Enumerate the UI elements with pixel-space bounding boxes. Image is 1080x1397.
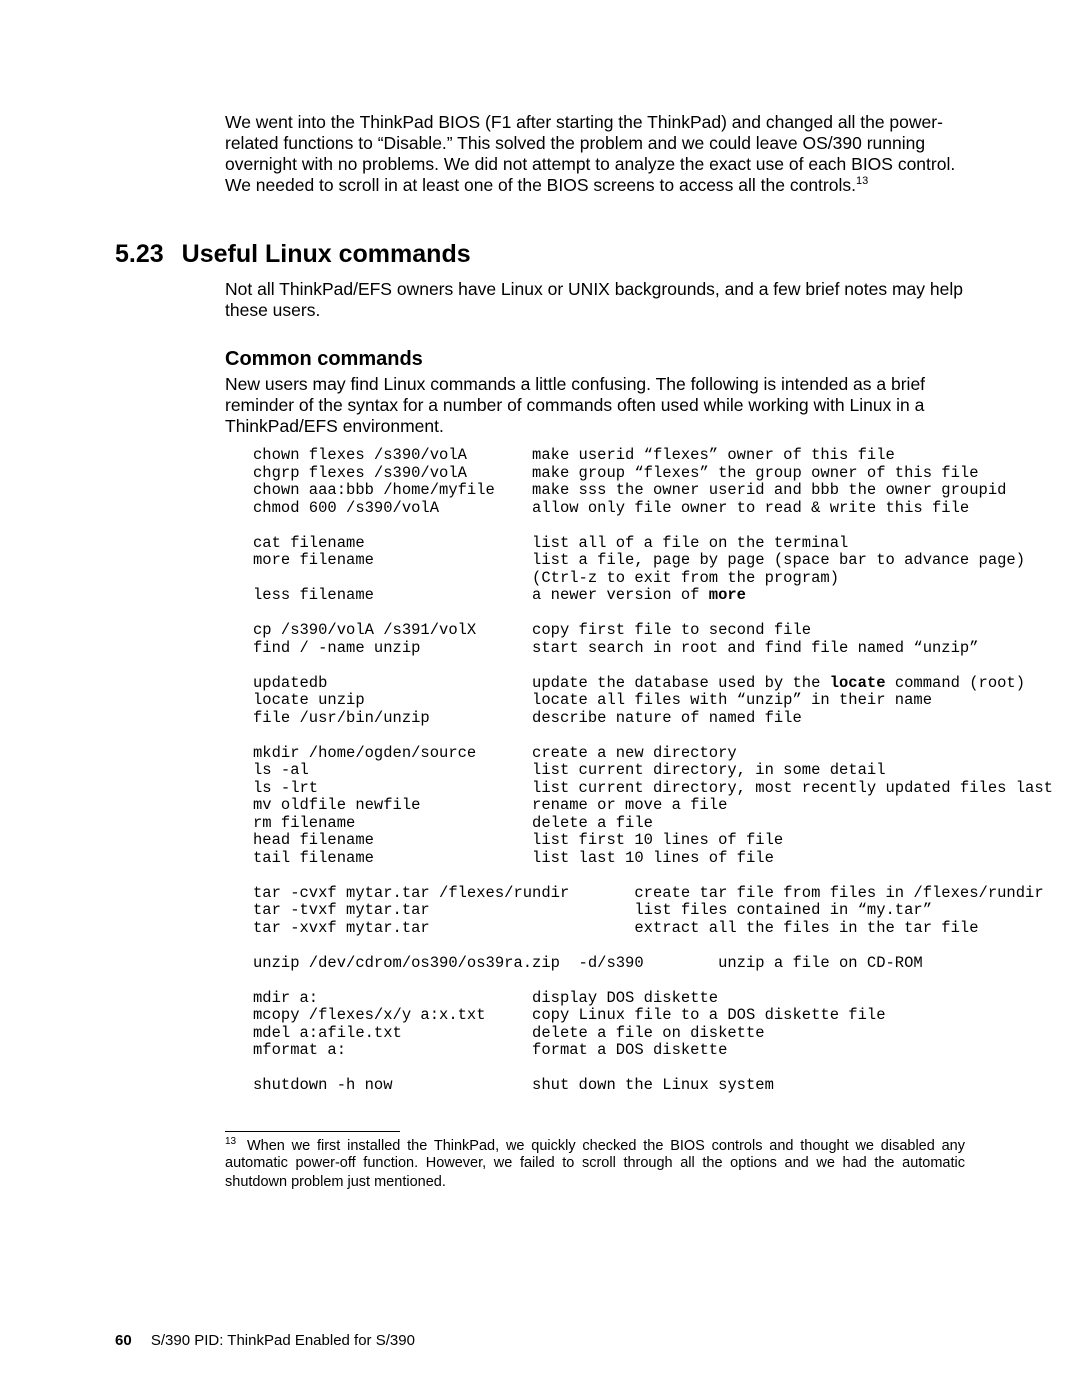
footnote-text: When we first installed the ThinkPad, we… [225,1137,965,1189]
command-listing: chown flexes /s390/volA make userid “fle… [253,447,965,1095]
footnote-separator [225,1131,400,1132]
section-heading: 5.23 Useful Linux commands [115,240,965,269]
page-number: 60 [115,1332,132,1349]
subheading: Common commands [225,348,965,371]
running-footer-text: S/390 PID: ThinkPad Enabled for S/390 [151,1332,415,1349]
subheading-paragraph: New users may find Linux commands a litt… [225,374,965,437]
intro-paragraph: We went into the ThinkPad BIOS (F1 after… [225,112,965,196]
footnote-number: 13 [225,1136,236,1147]
page-footer: 60 S/390 PID: ThinkPad Enabled for S/390 [115,1332,415,1349]
footnote-ref-intro: 13 [856,175,868,187]
section-title: Useful Linux commands [182,240,471,269]
footnote: 13 When we first installed the ThinkPad,… [225,1136,965,1191]
section-intro-paragraph: Not all ThinkPad/EFS owners have Linux o… [225,279,965,321]
intro-text: We went into the ThinkPad BIOS (F1 after… [225,112,955,195]
page-content: We went into the ThinkPad BIOS (F1 after… [0,0,1080,1191]
section-number: 5.23 [115,240,164,269]
